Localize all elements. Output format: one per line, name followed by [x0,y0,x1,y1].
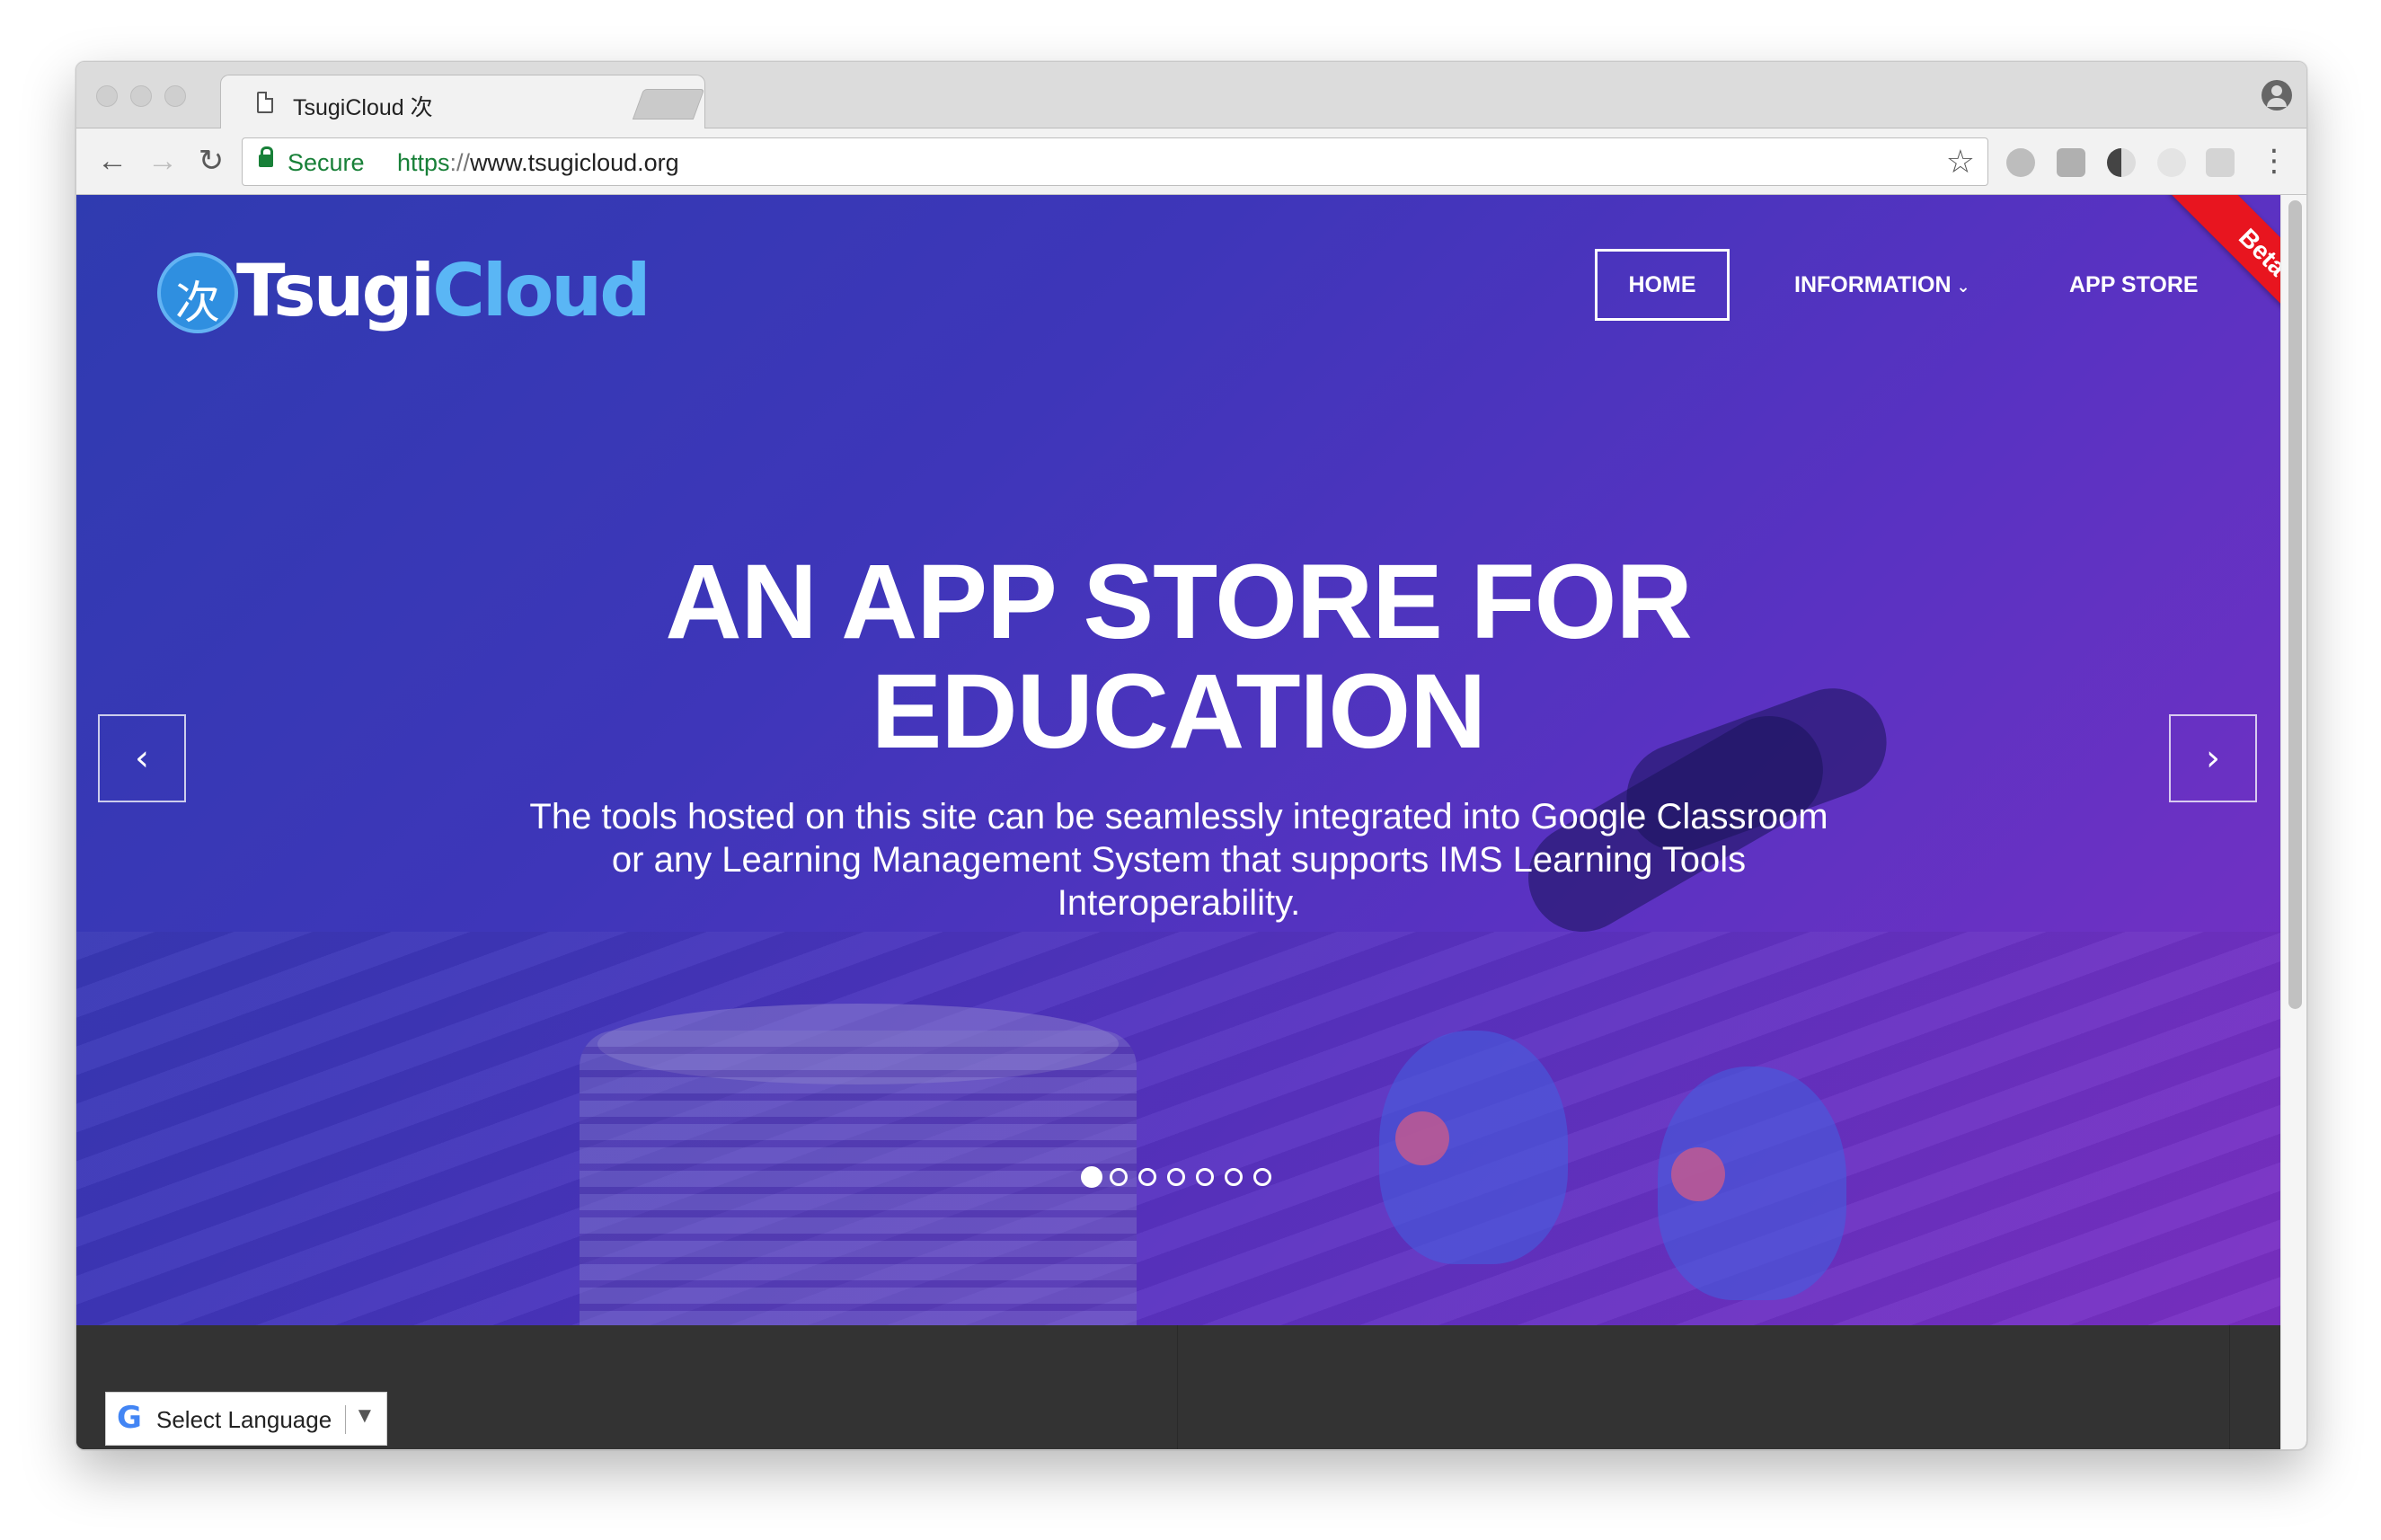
site-nav: HOME INFORMATION ⌄ APP STORE [76,249,2280,321]
carousel-dot[interactable] [1110,1168,1128,1186]
reload-icon[interactable]: ↻ [193,143,229,179]
browser-window: TsugiCloud 次 × ← → ↻ Secure https://www.… [75,61,2307,1450]
carousel-next-button[interactable]: › [2169,714,2257,802]
select-language-label: Select Language [156,1406,332,1433]
google-g-icon: G [117,1400,142,1436]
vertical-scrollbar[interactable] [2280,195,2306,1449]
carousel-dot[interactable] [1138,1168,1156,1186]
hero-carousel: 次 TsugiCloud HOME INFORMATION ⌄ APP STORE… [76,195,2280,1325]
tab-bar: TsugiCloud 次 × [76,62,2306,130]
beta-ribbon-label: Beta [2169,195,2280,330]
carousel-dot[interactable] [1196,1168,1214,1186]
hero-title-line1: AN APP STORE FOR [665,543,1692,661]
lower-section [76,1325,2280,1449]
tab-title: TsugiCloud 次 [293,95,433,120]
carousel-dot[interactable] [1167,1168,1185,1186]
forward-icon[interactable]: → [145,143,181,179]
browser-menu-icon[interactable]: ⋮ [2256,143,2292,179]
nav-home-link[interactable]: HOME [1595,249,1730,321]
profile-icon[interactable] [2262,80,2292,111]
select-language-dropdown[interactable]: G Select Language ▼ [105,1392,387,1446]
hero-title-line2: EDUCATION [871,652,1487,771]
dropdown-divider [345,1405,346,1434]
contrast-extension-icon[interactable] [2107,148,2136,177]
hero-subtitle: The tools hosted on this site can be sea… [529,797,1828,923]
background-pen-tip [1395,1111,1449,1165]
background-pen-tip [1671,1147,1725,1201]
carousel-dot[interactable] [1081,1166,1102,1188]
secure-label: Secure [288,149,365,176]
zoom-window-button[interactable] [164,85,186,107]
page-viewport: 次 TsugiCloud HOME INFORMATION ⌄ APP STORE… [76,195,2306,1449]
close-window-button[interactable] [96,85,118,107]
url-separator: :// [449,149,471,176]
carousel-dot[interactable] [1225,1168,1243,1186]
url-host: www.tsugicloud.org [470,149,679,176]
extension-square-icon[interactable] [2057,148,2085,177]
column-divider [2229,1325,2230,1449]
carousel-prev-button[interactable]: ‹ [98,714,186,802]
bookmark-star-icon[interactable]: ☆ [1946,144,1975,180]
lock-icon [259,146,273,167]
cast-extension-icon[interactable] [2206,148,2235,177]
background-paper [76,932,2280,1325]
extension-circle-icon[interactable] [2157,148,2186,177]
url-text[interactable]: https://www.tsugicloud.org [397,149,679,177]
scrollbar-thumb[interactable] [2288,200,2302,1009]
settings-extension-icon[interactable] [2006,148,2035,177]
back-icon[interactable]: ← [94,143,130,179]
browser-toolbar: ← → ↻ Secure https://www.tsugicloud.org … [76,128,2306,195]
background-coin-stack [580,1031,1137,1325]
browser-tab[interactable]: TsugiCloud 次 × [220,75,705,130]
carousel-dot[interactable] [1253,1168,1271,1186]
url-scheme: https [397,149,450,176]
column-divider [1177,1325,1178,1449]
address-bar[interactable]: Secure https://www.tsugicloud.org ☆ [242,137,1988,186]
nav-information-dropdown[interactable]: INFORMATION ⌄ [1794,249,1970,321]
minimize-window-button[interactable] [130,85,152,107]
beta-ribbon: Beta [2146,195,2280,330]
dropdown-caret-icon: ▼ [354,1403,376,1428]
chevron-down-icon: ⌄ [1956,278,1970,296]
hero-title: AN APP STORE FOR EDUCATION [76,547,2280,766]
document-icon [257,92,273,113]
new-tab-button[interactable] [632,89,705,119]
nav-information-label: INFORMATION [1794,272,1952,297]
